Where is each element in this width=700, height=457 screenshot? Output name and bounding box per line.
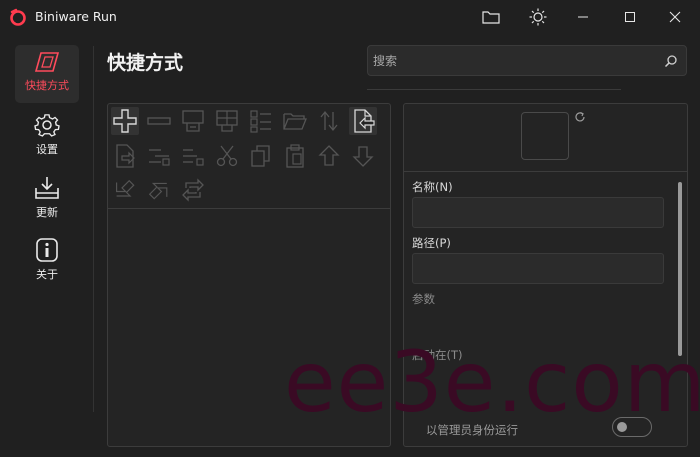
copy-button[interactable] <box>247 142 275 170</box>
search-box[interactable] <box>367 45 687 76</box>
edit-shortcut-button[interactable] <box>179 107 207 135</box>
add-shortcut-button[interactable] <box>111 107 139 135</box>
grid-icon <box>216 110 238 132</box>
app-logo-icon <box>10 8 26 26</box>
sidebar-item-settings[interactable]: 设置 <box>15 107 79 165</box>
shortcut-icon <box>34 52 60 72</box>
move-down-icon <box>352 146 374 167</box>
sidebar: 快捷方式 设置 更新 关于 <box>0 40 86 457</box>
remove-shortcut-button[interactable] <box>145 107 173 135</box>
title-bar: Biniware Run <box>0 0 700 34</box>
sort-button[interactable] <box>315 107 343 135</box>
arguments-label: 参数 <box>412 292 435 306</box>
search-icon[interactable] <box>664 54 678 68</box>
sidebar-divider <box>93 46 94 412</box>
path-field[interactable] <box>412 253 664 284</box>
outdent-button[interactable] <box>179 142 207 170</box>
redo-icon <box>148 182 168 200</box>
sidebar-item-about[interactable]: 关于 <box>15 232 79 290</box>
info-icon <box>36 238 58 262</box>
outdent-icon <box>183 149 204 166</box>
paste-button[interactable] <box>281 142 309 170</box>
copy-icon <box>251 145 270 167</box>
theme-toggle-button[interactable] <box>523 4 553 30</box>
undo-icon <box>116 179 135 197</box>
path-label: 路径(P) <box>412 236 451 250</box>
edit-icon <box>182 110 204 132</box>
remove-icon <box>147 117 171 125</box>
sidebar-item-label: 更新 <box>36 206 58 219</box>
sidebar-item-shortcuts[interactable]: 快捷方式 <box>15 45 79 103</box>
close-button[interactable] <box>660 4 690 30</box>
header-divider <box>367 89 621 90</box>
search-input[interactable] <box>373 52 653 70</box>
refresh-icon <box>182 178 204 202</box>
brightness-icon <box>529 8 547 26</box>
indent-icon <box>149 149 170 166</box>
download-icon <box>35 177 59 199</box>
import-icon <box>354 109 375 133</box>
maximize-icon <box>625 12 635 22</box>
reset-icon[interactable] <box>574 111 586 123</box>
paste-icon <box>286 144 304 168</box>
open-folder-icon <box>283 113 307 130</box>
export-button[interactable] <box>111 142 139 170</box>
app-title: Biniware Run <box>35 9 117 24</box>
folder-icon <box>482 11 500 24</box>
minimize-icon <box>578 16 588 18</box>
sidebar-item-label: 关于 <box>36 268 58 281</box>
page-title: 快捷方式 <box>107 52 184 74</box>
sidebar-item-update[interactable]: 更新 <box>15 170 79 228</box>
open-folder-tool-button[interactable] <box>281 107 309 135</box>
sort-icon <box>320 110 338 132</box>
name-field[interactable] <box>412 197 664 228</box>
maximize-button[interactable] <box>615 4 645 30</box>
sidebar-item-label: 快捷方式 <box>25 79 69 92</box>
watermark: ee3e.com <box>284 333 700 431</box>
sidebar-item-label: 设置 <box>36 143 58 156</box>
move-down-button[interactable] <box>349 142 377 170</box>
undo-button[interactable] <box>111 176 139 204</box>
toolbar <box>108 104 390 209</box>
shortcut-icon-preview[interactable] <box>521 112 569 160</box>
cut-icon <box>216 145 238 167</box>
minimize-button[interactable] <box>568 4 598 30</box>
add-icon <box>113 109 137 133</box>
details-scrollbar[interactable] <box>678 182 682 356</box>
grid-view-button[interactable] <box>213 107 241 135</box>
cut-button[interactable] <box>213 142 241 170</box>
gear-icon <box>34 114 60 137</box>
list-view-button[interactable] <box>247 107 275 135</box>
indent-button[interactable] <box>145 142 173 170</box>
refresh-list-button[interactable] <box>179 176 207 204</box>
icon-section <box>404 104 687 172</box>
move-up-button[interactable] <box>315 142 343 170</box>
name-label: 名称(N) <box>412 180 453 194</box>
open-folder-button[interactable] <box>476 4 506 30</box>
close-icon <box>669 11 681 23</box>
import-button[interactable] <box>349 107 377 135</box>
redo-button[interactable] <box>145 176 173 204</box>
export-icon <box>116 144 135 168</box>
move-up-icon <box>318 145 340 166</box>
list-icon <box>250 110 271 133</box>
